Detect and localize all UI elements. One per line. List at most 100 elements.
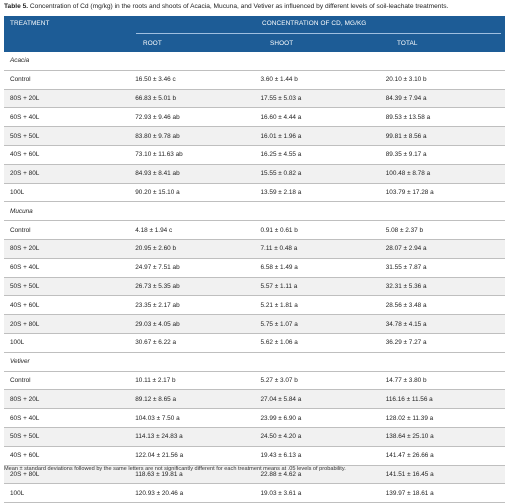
header-root: ROOT bbox=[143, 40, 162, 47]
total-cell: 36.29 ± 7.27 a bbox=[379, 333, 505, 353]
table-caption: Table 5. Concentration of Cd (mg/kg) in … bbox=[4, 2, 509, 11]
total-cell: 128.02 ± 11.39 a bbox=[379, 408, 505, 428]
treatment-cell: 50S + 50L bbox=[4, 126, 130, 146]
table-row: 60S + 40L 72.93 ± 9.46 ab 16.60 ± 4.44 a 89… bbox=[4, 107, 505, 128]
total-cell: 34.78 ± 4.15 a bbox=[379, 314, 505, 334]
table-row: 80S + 20L 20.95 ± 2.60 b 7.11 ± 0.48 a 28.0… bbox=[4, 239, 505, 259]
treatment-cell: 20S + 80L bbox=[4, 164, 130, 184]
shoot-cell: 19.03 ± 3.61 a bbox=[254, 483, 380, 503]
table-caption-text: Concentration of Cd (mg/kg) in the roots… bbox=[29, 3, 449, 10]
shoot-cell: 19.43 ± 6.13 a bbox=[254, 446, 380, 466]
shoot-cell: 3.60 ± 1.44 b bbox=[254, 70, 380, 90]
header-divider bbox=[136, 33, 501, 34]
shoot-cell: 13.59 ± 2.18 a bbox=[254, 183, 380, 203]
total-cell: 89.35 ± 9.17 a bbox=[379, 145, 505, 165]
root-cell: 104.03 ± 7.50 a bbox=[129, 408, 255, 428]
shoot-cell: 27.04 ± 5.84 a bbox=[254, 389, 380, 410]
treatment-cell: 40S + 60L bbox=[4, 446, 130, 466]
table-row: Control 4.18 ± 1.94 c 0.91 ± 0.61 b 5.08 ± … bbox=[4, 220, 505, 240]
root-cell: 66.83 ± 5.01 b bbox=[129, 89, 255, 109]
root-cell: 72.93 ± 9.46 ab bbox=[129, 107, 255, 128]
group-label: Vetiver bbox=[4, 352, 505, 372]
table-row: 50S + 50L 114.13 ± 24.83 a 24.50 ± 4.20 a1… bbox=[4, 427, 505, 447]
table-row: 20S + 80L 29.03 ± 4.05 ab 5.75 ± 1.07 a 34.… bbox=[4, 314, 505, 334]
treatment-cell: 80S + 20L bbox=[4, 389, 130, 410]
total-cell: 32.31 ± 5.36 a bbox=[379, 277, 505, 297]
total-cell: 84.39 ± 7.94 a bbox=[379, 89, 505, 109]
table-row: 40S + 60L 122.04 ± 21.56 a 19.43 ± 6.13 a1… bbox=[4, 446, 505, 466]
total-cell: 141.47 ± 26.66 a bbox=[379, 446, 505, 466]
root-cell: 83.80 ± 9.78 ab bbox=[129, 126, 255, 146]
root-cell: 120.93 ± 20.46 a bbox=[129, 483, 255, 503]
total-cell: 5.08 ± 2.37 b bbox=[379, 220, 505, 240]
shoot-cell: 5.75 ± 1.07 a bbox=[254, 314, 380, 334]
treatment-cell: 60S + 40L bbox=[4, 258, 130, 278]
shoot-cell: 7.11 ± 0.48 a bbox=[254, 239, 380, 259]
table-body: Acacia Control 16.50 ± 3.46 c 3.60 ± 1.44 b… bbox=[4, 52, 505, 503]
root-cell: 4.18 ± 1.94 c bbox=[129, 220, 255, 240]
treatment-cell: 50S + 50L bbox=[4, 277, 130, 297]
table-row: 50S + 50L 26.73 ± 5.35 ab 5.57 ± 1.11 a 32.… bbox=[4, 277, 505, 297]
table-row: 20S + 80L 84.93 ± 8.41 ab 15.55 ± 0.82 a 10… bbox=[4, 164, 505, 184]
total-cell: 14.77 ± 3.80 b bbox=[379, 371, 505, 391]
header-treatment: TREATMENT bbox=[10, 20, 50, 27]
shoot-cell: 15.55 ± 0.82 a bbox=[254, 164, 380, 184]
shoot-cell: 0.91 ± 0.61 b bbox=[254, 220, 380, 240]
table-row: 80S + 20L 66.83 ± 5.01 b 17.55 ± 5.03 a 84.… bbox=[4, 89, 505, 109]
table-caption-label: Table 5. bbox=[4, 3, 29, 10]
shoot-cell: 17.55 ± 5.03 a bbox=[254, 89, 380, 109]
shoot-cell: 5.57 ± 1.11 a bbox=[254, 277, 380, 297]
total-cell: 20.10 ± 3.10 b bbox=[379, 70, 505, 90]
root-cell: 20.95 ± 2.60 b bbox=[129, 239, 255, 259]
root-cell: 10.11 ± 2.17 b bbox=[129, 371, 255, 391]
treatment-cell: 20S + 80L bbox=[4, 314, 130, 334]
total-cell: 31.55 ± 7.87 a bbox=[379, 258, 505, 278]
table-footnote: Mean ± standard deviations followed by t… bbox=[4, 466, 346, 472]
treatment-cell: Control bbox=[4, 371, 130, 391]
treatment-cell: 80S + 20L bbox=[4, 239, 130, 259]
total-cell: 28.07 ± 2.94 a bbox=[379, 239, 505, 259]
root-cell: 89.12 ± 8.65 a bbox=[129, 389, 255, 410]
total-cell: 28.56 ± 3.48 a bbox=[379, 295, 505, 316]
treatment-cell: 40S + 60L bbox=[4, 145, 130, 165]
table-row: 80S + 20L 89.12 ± 8.65 a 27.04 ± 5.84 a 116… bbox=[4, 389, 505, 410]
table-row: 40S + 60L 73.10 ± 11.63 ab 16.25 ± 4.55 a8… bbox=[4, 145, 505, 165]
treatment-cell: 100L bbox=[4, 183, 130, 203]
treatment-cell: 50S + 50L bbox=[4, 427, 130, 447]
treatment-cell: Control bbox=[4, 70, 130, 90]
root-cell: 30.67 ± 6.22 a bbox=[129, 333, 255, 353]
header-total: TOTAL bbox=[397, 40, 418, 47]
treatment-cell: 40S + 60L bbox=[4, 295, 130, 316]
table-row: 100L 30.67 ± 6.22 a 5.62 ± 1.06 a 36.29 ± 7… bbox=[4, 333, 505, 353]
document-page: Table 5. Concentration of Cd (mg/kg) in … bbox=[0, 0, 510, 503]
header-shoot: SHOOT bbox=[270, 40, 294, 47]
table-row: 100L 90.20 ± 15.10 a 13.59 ± 2.18 a 103.79 … bbox=[4, 183, 505, 203]
table-row: 60S + 40L 104.03 ± 7.50 a 23.99 ± 6.90 a 12… bbox=[4, 408, 505, 428]
treatment-cell: Control bbox=[4, 220, 130, 240]
shoot-cell: 16.01 ± 1.96 a bbox=[254, 126, 380, 146]
total-cell: 100.48 ± 8.78 a bbox=[379, 164, 505, 184]
shoot-cell: 16.25 ± 4.55 a bbox=[254, 145, 380, 165]
shoot-cell: 5.21 ± 1.81 a bbox=[254, 295, 380, 316]
table-header: TREATMENT CONCENTRATION OF CD, MG/KG ROO… bbox=[4, 16, 505, 52]
root-cell: 24.97 ± 7.51 ab bbox=[129, 258, 255, 278]
table-row: 50S + 50L 83.80 ± 9.78 ab 16.01 ± 1.96 a 99… bbox=[4, 126, 505, 146]
root-cell: 114.13 ± 24.83 a bbox=[129, 427, 255, 447]
treatment-cell: 100L bbox=[4, 333, 130, 353]
shoot-cell: 6.58 ± 1.49 a bbox=[254, 258, 380, 278]
table-row: Control 16.50 ± 3.46 c 3.60 ± 1.44 b 20.10 … bbox=[4, 70, 505, 90]
group-row: Mucuna bbox=[4, 201, 505, 222]
root-cell: 84.93 ± 8.41 ab bbox=[129, 164, 255, 184]
total-cell: 103.79 ± 17.28 a bbox=[379, 183, 505, 203]
shoot-cell: 24.50 ± 4.20 a bbox=[254, 427, 380, 447]
shoot-cell: 5.62 ± 1.06 a bbox=[254, 333, 380, 353]
root-cell: 122.04 ± 21.56 a bbox=[129, 446, 255, 466]
table-row: 40S + 60L 23.35 ± 2.17 ab 5.21 ± 1.81 a 28.… bbox=[4, 295, 505, 316]
group-row: Acacia bbox=[4, 52, 505, 71]
root-cell: 23.35 ± 2.17 ab bbox=[129, 295, 255, 316]
shoot-cell: 16.60 ± 4.44 a bbox=[254, 107, 380, 128]
total-cell: 116.16 ± 11.56 a bbox=[379, 389, 505, 410]
shoot-cell: 5.27 ± 3.07 b bbox=[254, 371, 380, 391]
root-cell: 26.73 ± 5.35 ab bbox=[129, 277, 255, 297]
total-cell: 99.81 ± 8.56 a bbox=[379, 126, 505, 146]
